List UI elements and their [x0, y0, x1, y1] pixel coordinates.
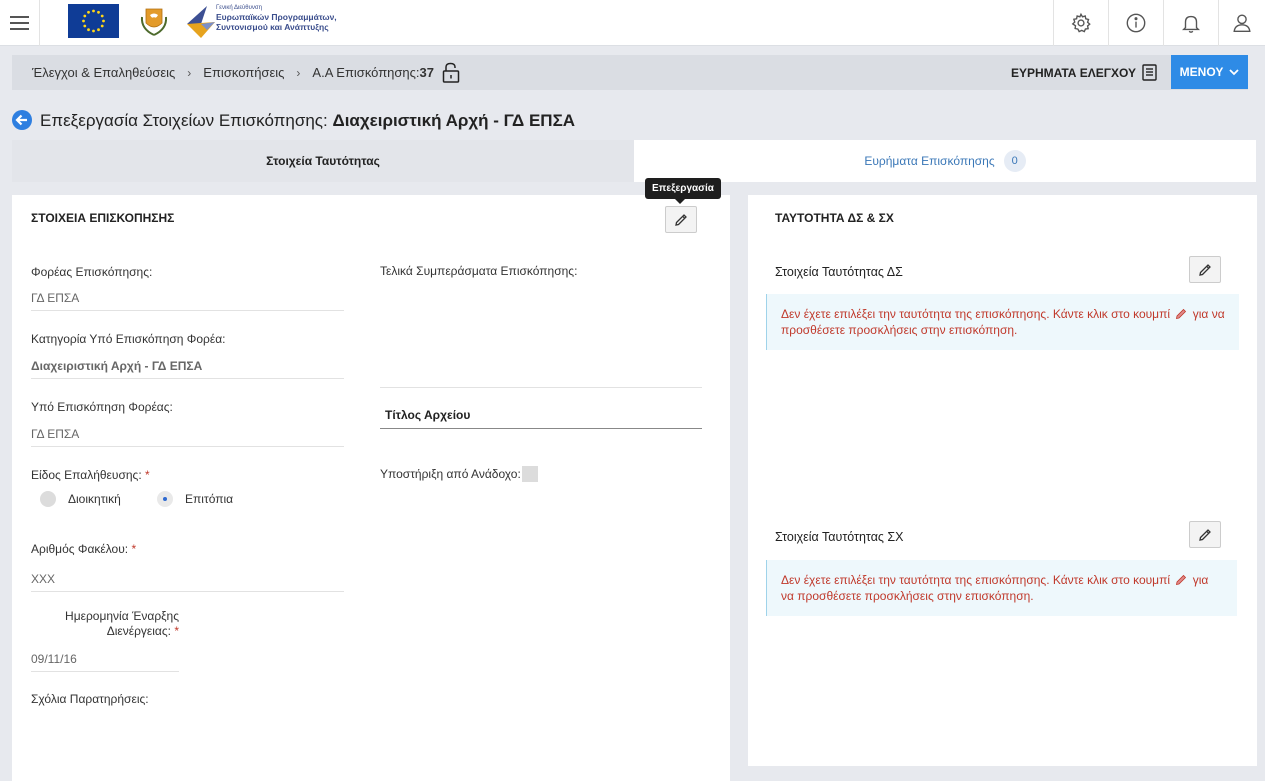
- body-value: ΓΔ ΕΠΣΑ: [31, 291, 344, 311]
- back-arrow-icon[interactable]: [12, 110, 32, 130]
- menu-button[interactable]: ΜΕΝΟΥ: [1171, 55, 1248, 89]
- user-icon[interactable]: [1218, 0, 1265, 46]
- tab-review-findings[interactable]: Ευρήματα Επισκόπησης 0: [634, 140, 1256, 182]
- ds-sx-identity-panel: ΤΑΥΤΟΤΗΤΑ ΔΣ & ΣΧ Στοιχεία Ταυτότητας ΔΣ…: [748, 195, 1257, 766]
- sx-identity-label: Στοιχεία Ταυτότητας ΣΧ: [775, 530, 904, 544]
- breadcrumb-current: Α.Α Επισκόπησης:37: [312, 65, 435, 80]
- chevron-down-icon: [1229, 68, 1239, 75]
- chevron-right-icon: ›: [296, 65, 301, 80]
- panel-title: ΣΤΟΙΧΕΙΑ ΕΠΙΣΚΟΠΗΣΗΣ: [31, 211, 175, 225]
- ds-identity-label: Στοιχεία Ταυτότητας ΔΣ: [775, 265, 903, 279]
- contractor-support-label: Υποστήριξη από Ανάδοχο:: [380, 467, 521, 481]
- bell-icon[interactable]: [1163, 0, 1217, 46]
- audit-findings-link[interactable]: ΕΥΡΗΜΑΤΑ ΕΛΕΓΧΟΥ: [1011, 55, 1157, 90]
- panel-title: ΤΑΥΤΟΤΗΤΑ ΔΣ & ΣΧ: [775, 211, 894, 225]
- findings-count-badge: 0: [1003, 150, 1026, 172]
- radio-circle: [40, 491, 56, 507]
- breadcrumb-item-reviews[interactable]: Επισκοπήσεις: [203, 65, 284, 80]
- edit-review-button[interactable]: [665, 206, 697, 233]
- pencil-icon: [1199, 263, 1211, 276]
- hamburger-menu-icon[interactable]: [0, 0, 40, 46]
- start-date-value: 09/11/16: [31, 652, 179, 672]
- file-title-column-header: Τίτλος Αρχείου: [385, 408, 471, 422]
- tab-identity-details[interactable]: Στοιχεία Ταυτότητας: [12, 140, 634, 182]
- pencil-icon: [675, 213, 687, 226]
- category-value: Διαχειριστική Αρχή - ΓΔ ΕΠΣΑ: [31, 359, 344, 379]
- gear-icon[interactable]: [1053, 0, 1107, 46]
- info-icon[interactable]: [1108, 0, 1162, 46]
- breadcrumb-item-controls[interactable]: Έλεγχοι & Επαληθεύσεις: [32, 65, 175, 80]
- table-header-underline: [380, 428, 702, 429]
- pencil-icon: [1176, 308, 1187, 320]
- radio-on-site[interactable]: Επιτόπια: [157, 491, 233, 507]
- verification-type-label: Είδος Επαλήθευσης: *: [31, 468, 150, 482]
- start-date-label: Ημερομηνία Έναρξης Διενέργειας: *: [65, 609, 179, 638]
- pencil-icon: [1176, 574, 1187, 586]
- body-label: Φορέας Επισκόπησης:: [31, 265, 153, 279]
- edit-sx-identity-button[interactable]: [1189, 521, 1221, 548]
- cyprus-emblem-logo: [136, 3, 172, 39]
- review-details-panel: ΣΤΟΙΧΕΙΑ ΕΠΙΣΚΟΠΗΣΗΣ Φορέας Επισκόπησης:…: [12, 195, 730, 781]
- tab-bar: Στοιχεία Ταυτότητας Ευρήματα Επισκόπησης…: [12, 140, 1256, 182]
- contractor-support-checkbox[interactable]: [522, 466, 538, 482]
- ds-identity-alert: Δεν έχετε επιλέξει την ταυτότητα της επι…: [766, 294, 1239, 350]
- conclusions-label: Τελικά Συμπεράσματα Επισκόπησης:: [380, 264, 578, 278]
- file-number-label: Αριθμός Φακέλου: *: [31, 542, 137, 556]
- espa-logo-text: Γενική Διεύθυνση Ευρωπαϊκών Προγραμμάτων…: [216, 5, 337, 32]
- under-review-body-value: ΓΔ ΕΠΣΑ: [31, 427, 344, 447]
- document-list-icon: [1142, 64, 1157, 81]
- eu-flag-logo: [68, 4, 119, 38]
- breadcrumb: Έλεγχοι & Επαληθεύσεις › Επισκοπήσεις › …: [32, 55, 460, 90]
- edit-ds-identity-button[interactable]: [1189, 256, 1221, 283]
- sx-identity-alert: Δεν έχετε επιλέξει την ταυτότητα της επι…: [766, 560, 1237, 616]
- radio-administrative[interactable]: Διοικητική: [40, 491, 121, 507]
- radio-circle-selected: [157, 491, 173, 507]
- unlock-icon[interactable]: [442, 62, 460, 84]
- breadcrumb-bar: Έλεγχοι & Επαληθεύσεις › Επισκοπήσεις › …: [12, 55, 1248, 90]
- under-review-body-label: Υπό Επισκόπηση Φορέας:: [31, 400, 173, 414]
- page-title: Επεξεργασία Στοιχείων Επισκόπησης: Διαχε…: [40, 111, 576, 130]
- edit-tooltip: Επεξεργασία: [645, 178, 721, 204]
- chevron-right-icon: ›: [187, 65, 192, 80]
- top-bar: Γενική Διεύθυνση Ευρωπαϊκών Προγραμμάτων…: [0, 0, 1265, 46]
- file-number-value: XXX: [31, 572, 344, 592]
- divider: [380, 387, 702, 388]
- category-label: Κατηγορία Υπό Επισκόπηση Φορέα:: [31, 332, 226, 346]
- comments-label: Σχόλια Παρατηρήσεις:: [31, 692, 149, 706]
- pencil-icon: [1199, 528, 1211, 541]
